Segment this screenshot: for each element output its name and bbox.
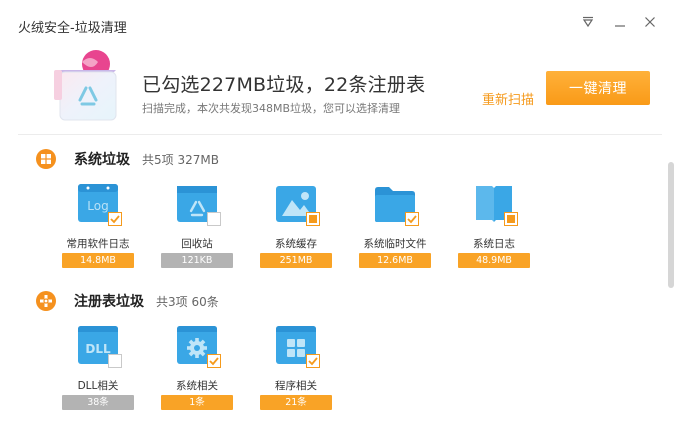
item-checkbox[interactable] [504, 212, 518, 226]
item-program-related[interactable]: 程序相关 21条 [256, 324, 336, 420]
rescan-link[interactable]: 重新扫描 [482, 89, 534, 108]
item-label: 常用软件日志 [66, 238, 130, 250]
trash-box-illustration-icon [54, 50, 117, 121]
item-app-logs[interactable]: Log 常用软件日志 14.8MB [58, 182, 138, 278]
item-system-related[interactable]: 系统相关 1条 [157, 324, 237, 420]
scan-summary: 已勾选227MB垃圾，22条注册表 扫描完成，本次共发现348MB垃圾，您可以选… [0, 42, 680, 134]
item-size-badge: 14.8MB [62, 253, 134, 268]
registry-icon [36, 291, 56, 311]
close-button[interactable] [640, 12, 660, 32]
section-registry-junk: 注册表垃圾 共3项 60条 [36, 290, 219, 312]
window-title: 火绒安全-垃圾清理 [18, 21, 127, 36]
item-checkbox[interactable] [306, 212, 320, 226]
item-size-badge: 12.6MB [359, 253, 431, 268]
item-size-badge: 21条 [260, 395, 332, 410]
minimize-button[interactable] [610, 12, 630, 32]
item-label: 系统缓存 [275, 238, 317, 250]
title-bar: 火绒安全-垃圾清理 [0, 0, 680, 42]
menu-dropdown-button[interactable] [578, 12, 598, 32]
item-label: DLL相关 [77, 380, 119, 392]
dropdown-triangle-icon [582, 16, 594, 28]
section-system-junk: 系统垃圾 共5项 327MB [36, 148, 219, 170]
item-size-badge: 1条 [161, 395, 233, 410]
minimize-icon [615, 25, 625, 27]
item-checkbox[interactable] [405, 212, 419, 226]
item-checkbox[interactable] [108, 354, 122, 368]
scan-result-text: 扫描完成，本次共发现348MB垃圾，您可以选择清理 [142, 102, 401, 115]
item-system-cache[interactable]: 系统缓存 251MB [256, 182, 336, 278]
item-size-badge: 251MB [260, 253, 332, 268]
windows-icon [36, 149, 56, 169]
item-label: 系统临时文件 [363, 238, 427, 250]
scrollbar-thumb[interactable] [668, 162, 674, 288]
item-checkbox[interactable] [207, 212, 221, 226]
item-checkbox[interactable] [108, 212, 122, 226]
section-stats: 共5项 327MB [142, 152, 219, 167]
section-title: 系统垃圾 [74, 152, 130, 168]
item-recycle-bin[interactable]: 回收站 121KB [157, 182, 237, 278]
junk-category-list: 系统垃圾 共5项 327MB Log 常用软件日志 14.8MB 回收站 121… [0, 136, 660, 438]
checkmark-icon [209, 357, 219, 366]
section-title: 注册表垃圾 [74, 294, 144, 310]
item-temp-files[interactable]: 系统临时文件 12.6MB [355, 182, 435, 278]
checkmark-icon [110, 215, 120, 224]
selected-summary-text: 已勾选227MB垃圾，22条注册表 [142, 74, 426, 96]
one-click-clean-button[interactable]: 一键清理 [546, 71, 650, 105]
section-stats: 共3项 60条 [156, 294, 219, 309]
svg-text:Log: Log [87, 199, 108, 213]
checkmark-icon [407, 215, 417, 224]
close-icon [645, 17, 655, 27]
item-label: 系统相关 [176, 380, 218, 392]
item-label: 程序相关 [275, 380, 317, 392]
item-size-badge: 48.9MB [458, 253, 530, 268]
item-system-logs[interactable]: 系统日志 48.9MB [454, 182, 534, 278]
item-label: 回收站 [181, 238, 213, 250]
item-size-badge: 121KB [161, 253, 233, 268]
item-checkbox[interactable] [306, 354, 320, 368]
item-label: 系统日志 [473, 238, 515, 250]
item-checkbox[interactable] [207, 354, 221, 368]
checkmark-icon [308, 357, 318, 366]
item-size-badge: 38条 [62, 395, 134, 410]
item-dll-related[interactable]: DLL DLL相关 38条 [58, 324, 138, 420]
header-divider [18, 134, 662, 135]
vertical-scrollbar[interactable] [668, 146, 674, 426]
